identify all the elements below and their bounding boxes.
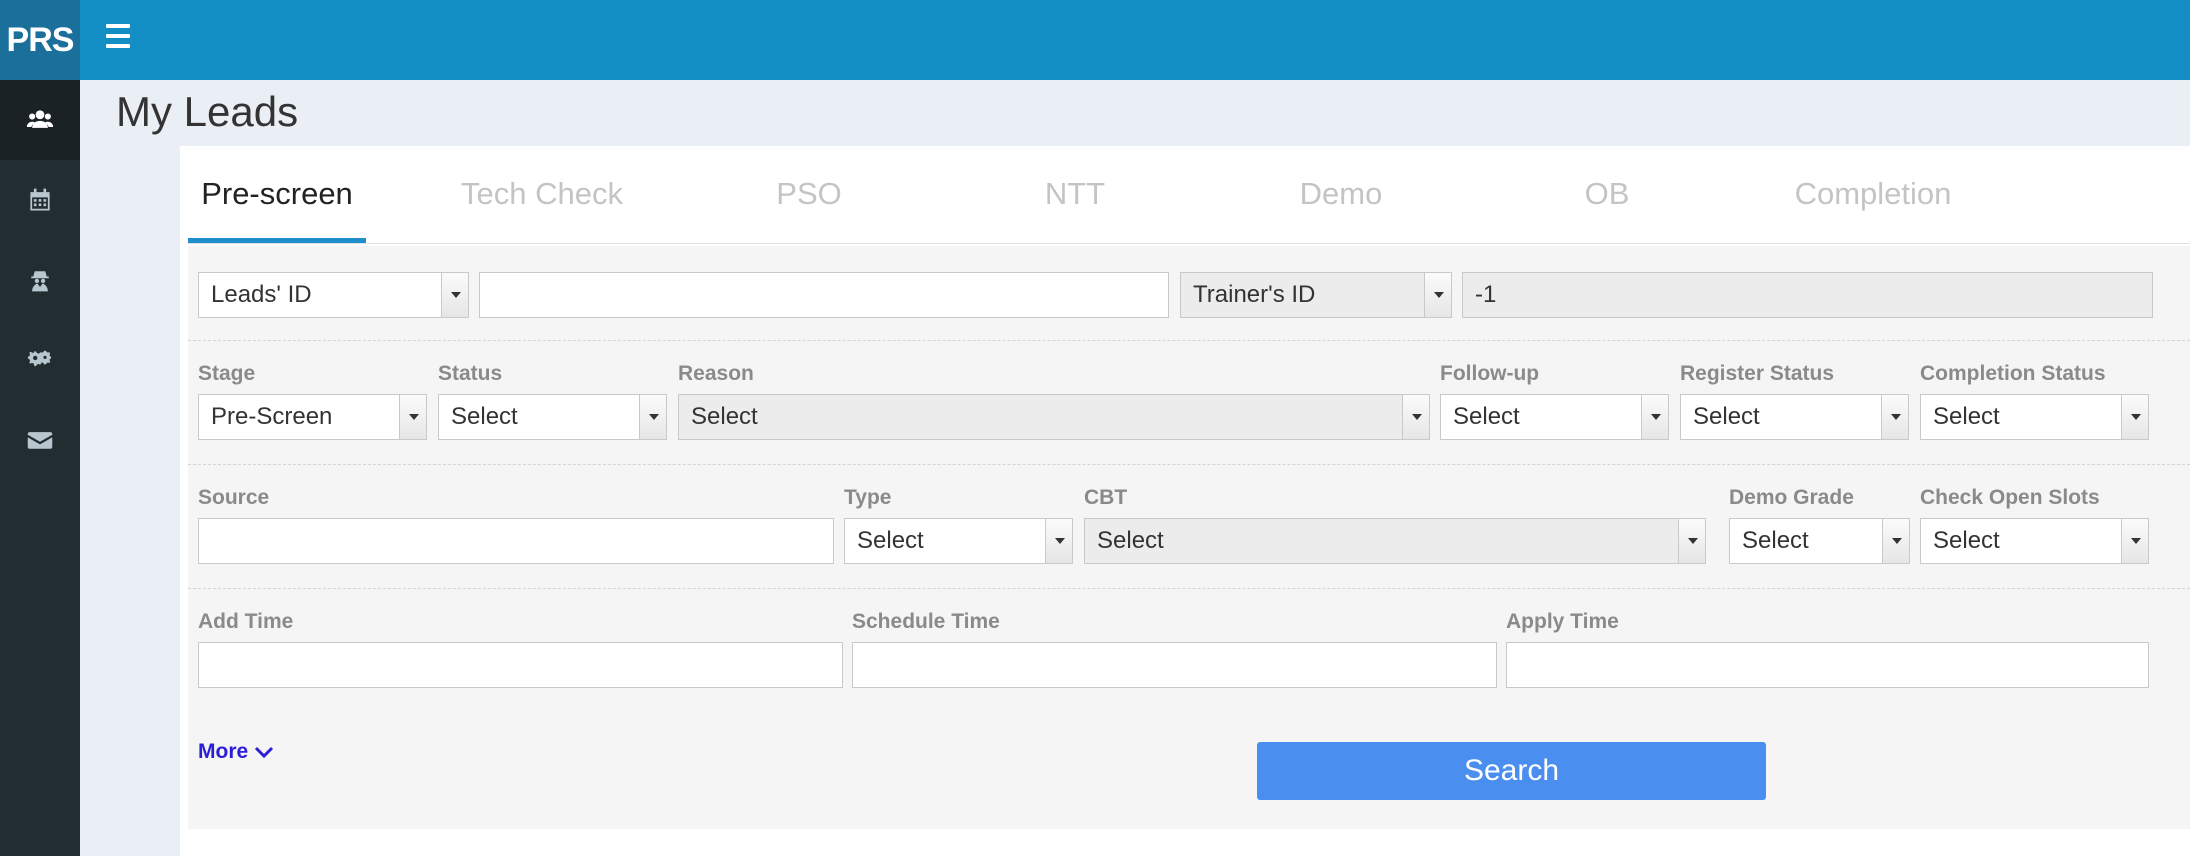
stage-value: Pre-Screen	[211, 403, 333, 430]
demo-grade-select[interactable]: Select	[1729, 518, 1910, 564]
schedule-time-input[interactable]	[852, 642, 1497, 688]
add-time-label: Add Time	[198, 610, 294, 633]
completion-status-select[interactable]: Select	[1920, 394, 2149, 440]
sidebar-item-calendar[interactable]	[0, 160, 80, 240]
tab-ob[interactable]: OB	[1518, 176, 1696, 244]
cbt-select[interactable]: Select	[1084, 518, 1706, 564]
filter-form: Leads' ID Trainer's ID -1 Stage Pre-Scre…	[188, 246, 2190, 829]
cbt-value: Select	[1097, 527, 1164, 554]
users-icon	[26, 110, 54, 128]
demo-grade-value: Select	[1742, 527, 1809, 554]
chevron-down-icon	[441, 273, 468, 317]
chevron-down-icon	[1882, 519, 1909, 563]
type-label: Type	[844, 486, 892, 509]
sidebar-item-settings[interactable]	[0, 320, 80, 400]
trainer-id-type-value: Trainer's ID	[1193, 281, 1316, 308]
envelope-icon	[27, 432, 53, 449]
divider	[188, 588, 2190, 589]
status-label: Status	[438, 362, 503, 385]
sidebar-item-leads[interactable]	[0, 80, 80, 160]
id-type-value: Leads' ID	[211, 281, 312, 308]
chevron-down-icon	[255, 746, 274, 759]
chevron-down-icon	[1678, 519, 1705, 563]
tab-tech-check[interactable]: Tech Check	[453, 176, 631, 244]
tab-pre-screen[interactable]: Pre-screen	[188, 176, 366, 244]
chevron-down-icon	[2121, 519, 2148, 563]
calendar-icon	[30, 188, 50, 211]
chevron-down-icon	[1402, 395, 1429, 439]
chevron-down-icon	[399, 395, 426, 439]
completion-status-label: Completion Status	[1920, 362, 2106, 385]
more-link-label: More	[198, 740, 249, 763]
check-open-slots-value: Select	[1933, 527, 2000, 554]
more-filters-link[interactable]: More	[198, 740, 274, 764]
divider	[188, 464, 2190, 465]
chevron-down-icon	[1641, 395, 1668, 439]
reason-label: Reason	[678, 362, 754, 385]
apply-time-label: Apply Time	[1506, 610, 1619, 633]
chevron-down-icon	[2121, 395, 2148, 439]
follow-up-label: Follow-up	[1440, 362, 1540, 385]
chevron-down-icon	[1424, 273, 1451, 317]
check-open-slots-label: Check Open Slots	[1920, 486, 2100, 509]
source-input[interactable]	[198, 518, 834, 564]
register-status-label: Register Status	[1680, 362, 1835, 385]
lead-id-input[interactable]	[479, 272, 1169, 318]
tab-pso[interactable]: PSO	[720, 176, 898, 244]
id-type-select[interactable]: Leads' ID	[198, 272, 469, 318]
top-bar: PRS	[0, 0, 2190, 80]
reason-value: Select	[691, 403, 758, 430]
trainer-id-type-select[interactable]: Trainer's ID	[1180, 272, 1452, 318]
sidebar-item-trainer[interactable]	[0, 240, 80, 320]
schedule-time-label: Schedule Time	[852, 610, 1000, 633]
completion-status-value: Select	[1933, 403, 2000, 430]
register-status-select[interactable]: Select	[1680, 394, 1909, 440]
follow-up-value: Select	[1453, 403, 1520, 430]
page-title: My Leads	[116, 88, 299, 135]
cbt-label: CBT	[1084, 486, 1128, 509]
app-logo[interactable]: PRS	[0, 0, 80, 80]
sidebar-item-messages[interactable]	[0, 400, 80, 480]
source-label: Source	[198, 486, 270, 509]
divider	[188, 340, 2190, 341]
stage-tabs: Pre-screen Tech Check PSO NTT Demo OB Co…	[188, 146, 2190, 244]
stage-select[interactable]: Pre-Screen	[198, 394, 427, 440]
active-tab-indicator	[188, 238, 366, 243]
register-status-value: Select	[1693, 403, 1760, 430]
chevron-down-icon	[639, 395, 666, 439]
tab-demo[interactable]: Demo	[1252, 176, 1430, 244]
status-select[interactable]: Select	[438, 394, 667, 440]
check-open-slots-select[interactable]: Select	[1920, 518, 2149, 564]
status-value: Select	[451, 403, 518, 430]
stage-label: Stage	[198, 362, 256, 385]
chevron-down-icon	[1045, 519, 1072, 563]
add-time-input[interactable]	[198, 642, 843, 688]
tab-ntt[interactable]: NTT	[986, 176, 1164, 244]
apply-time-input[interactable]	[1506, 642, 2149, 688]
gears-icon	[27, 350, 52, 367]
follow-up-select[interactable]: Select	[1440, 394, 1669, 440]
demo-grade-label: Demo Grade	[1729, 486, 1854, 509]
sidebar	[0, 80, 80, 856]
search-button[interactable]: Search	[1257, 742, 1766, 800]
type-value: Select	[857, 527, 924, 554]
tab-completion[interactable]: Completion	[1784, 176, 1962, 244]
trainer-id-input[interactable]: -1	[1462, 272, 2153, 318]
chevron-down-icon	[1881, 395, 1908, 439]
user-secret-icon	[31, 271, 49, 292]
content-panel: Pre-screen Tech Check PSO NTT Demo OB Co…	[180, 146, 2190, 856]
type-select[interactable]: Select	[844, 518, 1073, 564]
hamburger-icon[interactable]	[104, 22, 132, 50]
reason-select[interactable]: Select	[678, 394, 1430, 440]
